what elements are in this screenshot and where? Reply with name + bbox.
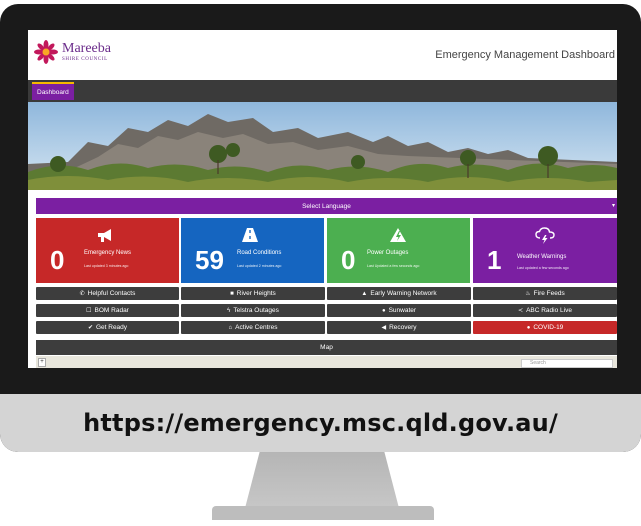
info-icon: ● — [526, 324, 531, 331]
get-ready-button[interactable]: ✔ Get Ready — [36, 321, 179, 334]
covid-19-button[interactable]: ● COVID-19 — [473, 321, 617, 334]
power-icon — [390, 228, 406, 242]
url-caption: https://emergency.msc.qld.gov.au/ — [83, 409, 558, 437]
monitor-chin: https://emergency.msc.qld.gov.au/ — [0, 394, 641, 452]
early-warning-network-button[interactable]: ▲ Early Warning Network — [327, 287, 471, 300]
storm-cloud-icon — [535, 227, 555, 244]
tile-updated: Last updated 2 minutes ago — [237, 264, 282, 268]
megaphone-small-icon: ◀ — [381, 325, 387, 331]
abc-radio-live-button[interactable]: ≺ ABC Radio Live — [473, 304, 617, 317]
tile-updated: Last Updated a few seconds ago — [367, 264, 420, 268]
button-label: Fire Feeds — [533, 290, 565, 297]
button-label: Sunwater — [388, 307, 417, 314]
tile-count: 0 — [341, 245, 356, 275]
chevron-down-icon: ▾ — [611, 203, 615, 209]
radar-icon: ☐ — [86, 308, 92, 314]
logo-name: Mareeba — [62, 41, 111, 56]
logo-subtitle: SHIRE COUNCIL — [62, 57, 108, 62]
site-header: Mareeba SHIRE COUNCIL Emergency Manageme… — [28, 30, 617, 74]
water-drop-icon: ● — [381, 307, 386, 314]
flower-logo-icon — [34, 40, 58, 64]
tab-dashboard[interactable]: Dashboard — [32, 82, 74, 100]
check-icon: ✔ — [87, 325, 93, 331]
tile-title: Weather Warnings — [517, 254, 567, 260]
button-label: BOM Radar — [94, 307, 129, 314]
button-label: COVID-19 — [533, 324, 564, 331]
warning-icon: ▲ — [361, 290, 368, 297]
fire-icon: ♨ — [525, 291, 531, 297]
button-label: Telstra Outages — [233, 307, 279, 314]
nav-bar: Dashboard — [28, 80, 617, 102]
bom-radar-button[interactable]: ☐ BOM Radar — [36, 304, 179, 317]
stage: Mareeba SHIRE COUNCIL Emergency Manageme… — [0, 0, 641, 526]
button-label: Recovery — [389, 324, 417, 331]
button-label: Helpful Contacts — [87, 290, 136, 297]
tile-emergency-news[interactable]: 0 Emergency News Last updated 3 minutes … — [36, 218, 179, 283]
active-centres-button[interactable]: ⌂ Active Centres — [181, 321, 325, 334]
megaphone-icon — [98, 229, 111, 242]
tile-title: Road Conditions — [237, 250, 282, 256]
button-label: Early Warning Network — [370, 290, 437, 297]
tile-count: 59 — [195, 245, 224, 275]
tile-updated: Last updated 3 minutes ago — [84, 264, 129, 268]
tile-title: Power Outages — [367, 250, 409, 256]
map-label: Map — [320, 344, 333, 351]
recovery-button[interactable]: ◀ Recovery — [327, 321, 471, 334]
tile-road-conditions[interactable]: 59 Road Conditions Last updated 2 minute… — [181, 218, 324, 283]
telstra-outages-button[interactable]: ϟ Telstra Outages — [181, 304, 325, 317]
road-icon — [242, 228, 258, 242]
tile-count: 0 — [50, 245, 65, 275]
zoom-in-button[interactable]: + — [38, 358, 46, 367]
council-logo[interactable]: Mareeba SHIRE COUNCIL — [34, 40, 111, 64]
monitor-frame: Mareeba SHIRE COUNCIL Emergency Manageme… — [0, 4, 641, 452]
button-label: ABC Radio Live — [526, 307, 572, 314]
fire-feeds-button[interactable]: ♨ Fire Feeds — [473, 287, 617, 300]
tile-weather-warnings[interactable]: 1 Weather Warnings Last updated a few se… — [473, 218, 617, 283]
page-title: Emergency Management Dashboard — [435, 49, 615, 61]
sunwater-button[interactable]: ● Sunwater — [327, 304, 471, 317]
home-icon: ⌂ — [228, 324, 233, 331]
tile-title: Emergency News — [84, 250, 132, 256]
tile-power-outages[interactable]: 0 Power Outages Last Updated a few secon… — [327, 218, 470, 283]
tile-count: 1 — [487, 245, 502, 275]
screen: Mareeba SHIRE COUNCIL Emergency Manageme… — [28, 30, 617, 368]
river-heights-button[interactable]: ■ River Heights — [181, 287, 325, 300]
button-label: Get Ready — [95, 324, 128, 331]
monitor-stand-neck — [244, 452, 400, 512]
hero-banner-image — [28, 102, 617, 190]
tile-updated: Last updated a few seconds ago — [517, 266, 569, 270]
language-label: Select Language — [302, 202, 351, 210]
button-label: River Heights — [236, 290, 276, 297]
button-label: Active Centres — [235, 324, 278, 331]
phone-icon: ✆ — [79, 291, 85, 297]
map-header: Map — [36, 340, 617, 355]
car-icon: ■ — [230, 290, 234, 297]
bolt-icon: ϟ — [227, 307, 231, 314]
helpful-contacts-button[interactable]: ✆ Helpful Contacts — [36, 287, 179, 300]
select-language-dropdown[interactable]: Select Language ▾ — [36, 198, 617, 214]
share-icon: ≺ — [518, 308, 524, 314]
map-search-input[interactable]: Search — [521, 359, 613, 368]
monitor-stand-base — [212, 506, 434, 520]
map-view[interactable]: + Search — [36, 356, 617, 368]
